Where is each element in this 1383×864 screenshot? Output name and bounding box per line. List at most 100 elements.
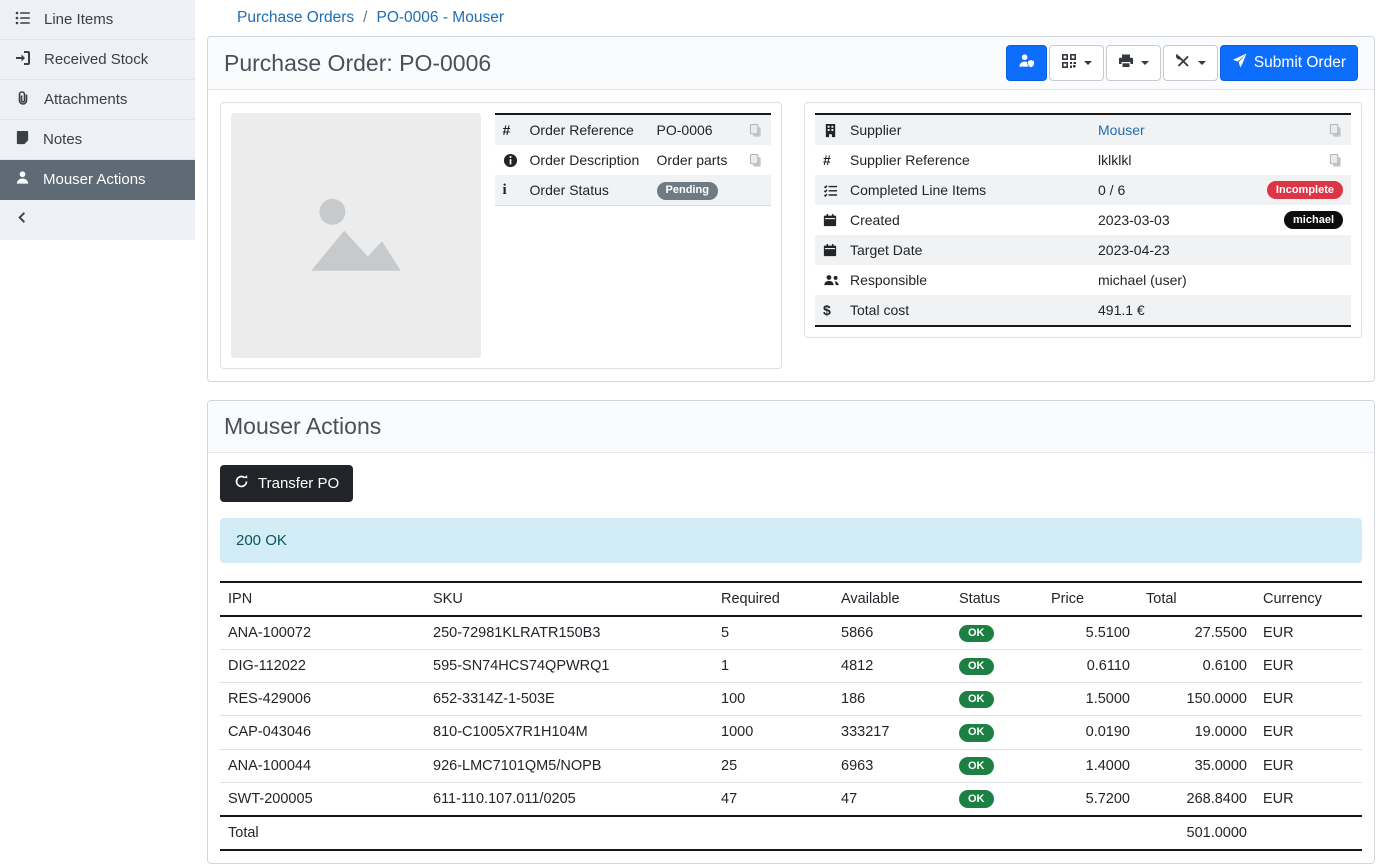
footer-label: Total xyxy=(220,816,425,850)
breadcrumb-current-order[interactable]: PO-0006 - Mouser xyxy=(376,9,504,27)
cell-available: 4812 xyxy=(833,650,951,683)
cell-currency: EUR xyxy=(1255,782,1362,816)
detail-value: Order parts xyxy=(657,152,748,168)
panel-title: Mouser Actions xyxy=(224,413,381,440)
col-ipn: IPN xyxy=(220,582,425,616)
detail-label: Order Description xyxy=(530,152,657,168)
detail-label: Order Reference xyxy=(530,122,657,138)
cell-required: 100 xyxy=(713,683,833,716)
sidebar-item-line-items[interactable]: Line Items xyxy=(0,0,195,40)
cell-ipn: ANA-100072 xyxy=(220,616,425,650)
order-meta-table: Supplier Mouser # Supplier Reference lkl… xyxy=(815,113,1351,327)
footer-total: 501.0000 xyxy=(1138,816,1255,850)
detail-label: Supplier xyxy=(850,122,1098,138)
detail-row-completed-line-items: Completed Line Items 0 / 6 Incomplete xyxy=(815,175,1351,205)
paperclip-icon xyxy=(15,90,31,110)
sidebar-item-received-stock[interactable]: Received Stock xyxy=(0,40,195,80)
copy-icon[interactable] xyxy=(748,123,763,138)
page-title: Purchase Order: PO-0006 xyxy=(224,50,491,77)
detail-row-order-description: Order Description Order parts xyxy=(495,145,771,175)
purchase-order-panel-body: # Order Reference PO-0006 Order Descript… xyxy=(208,90,1374,381)
sidebar-item-label: Notes xyxy=(43,131,82,148)
cell-total: 19.0000 xyxy=(1138,716,1255,749)
order-actions-button[interactable] xyxy=(1163,45,1218,81)
footer-spacer xyxy=(425,816,1138,850)
cell-status: OK xyxy=(951,716,1043,749)
detail-row-supplier-reference: # Supplier Reference lklklkl xyxy=(815,145,1351,175)
cell-status: OK xyxy=(951,650,1043,683)
cell-price: 1.4000 xyxy=(1043,749,1138,782)
user-badge: michael xyxy=(1284,211,1343,229)
detail-badge-slot: michael xyxy=(1284,211,1343,229)
order-meta-box: Supplier Mouser # Supplier Reference lkl… xyxy=(804,102,1362,338)
building-icon xyxy=(823,123,850,138)
order-summary-box: # Order Reference PO-0006 Order Descript… xyxy=(220,102,782,369)
sidebar-item-mouser-actions[interactable]: Mouser Actions xyxy=(0,160,195,200)
cell-price: 5.5100 xyxy=(1043,616,1138,650)
hash-icon: # xyxy=(503,122,530,138)
detail-value: 2023-03-03 xyxy=(1098,212,1284,228)
info-icon: i xyxy=(503,182,530,199)
detail-row-created: Created 2023-03-03 michael xyxy=(815,205,1351,235)
submit-order-button[interactable]: Submit Order xyxy=(1220,45,1358,81)
status-badge: Pending xyxy=(657,182,718,200)
cell-total: 27.5500 xyxy=(1138,616,1255,650)
purchase-order-panel: Purchase Order: PO-0006 xyxy=(207,36,1375,382)
detail-value: 491.1 € xyxy=(1098,302,1343,318)
cell-total: 35.0000 xyxy=(1138,749,1255,782)
table-row: ANA-100044 926-LMC7101QM5/NOPB 25 6963 O… xyxy=(220,749,1362,782)
cell-currency: EUR xyxy=(1255,749,1362,782)
detail-label: Total cost xyxy=(850,302,1098,318)
sidebar-item-attachments[interactable]: Attachments xyxy=(0,80,195,120)
footer-currency-spacer xyxy=(1255,816,1362,850)
detail-row-order-reference: # Order Reference PO-0006 xyxy=(495,115,771,145)
cell-total: 268.8400 xyxy=(1138,782,1255,816)
sidebar-item-notes[interactable]: Notes xyxy=(0,120,195,160)
admin-button[interactable] xyxy=(1006,45,1047,81)
ok-badge: OK xyxy=(959,625,994,643)
cell-total: 0.6100 xyxy=(1138,650,1255,683)
breadcrumb-purchase-orders[interactable]: Purchase Orders xyxy=(237,9,354,27)
detail-value: 0 / 6 xyxy=(1098,182,1267,198)
transfer-po-button[interactable]: Transfer PO xyxy=(220,465,353,502)
cell-status: OK xyxy=(951,683,1043,716)
supplier-link[interactable]: Mouser xyxy=(1098,122,1145,138)
list-check-icon xyxy=(823,183,850,198)
copy-icon[interactable] xyxy=(1328,123,1343,138)
table-row: SWT-200005 611-110.107.011/0205 47 47 OK… xyxy=(220,782,1362,816)
refresh-icon xyxy=(234,474,249,493)
cell-sku: 250-72981KLRATR150B3 xyxy=(425,616,713,650)
cell-currency: EUR xyxy=(1255,716,1362,749)
barcode-actions-button[interactable] xyxy=(1049,45,1104,81)
cell-ipn: SWT-200005 xyxy=(220,782,425,816)
detail-value: lklklkl xyxy=(1098,152,1328,168)
sidebar-item-label: Received Stock xyxy=(44,51,148,68)
calendar-icon xyxy=(823,243,850,257)
detail-value: Pending xyxy=(657,180,763,199)
users-icon xyxy=(823,273,850,287)
detail-row-responsible: Responsible michael (user) xyxy=(815,265,1351,295)
purchase-order-panel-header: Purchase Order: PO-0006 xyxy=(208,37,1374,90)
cell-total: 150.0000 xyxy=(1138,683,1255,716)
cell-available: 333217 xyxy=(833,716,951,749)
line-items-table: IPN SKU Required Available Status Price … xyxy=(220,581,1362,851)
hash-icon: # xyxy=(823,152,850,168)
chevron-left-icon xyxy=(15,210,30,230)
detail-badge-slot: Incomplete xyxy=(1267,181,1343,199)
copy-icon[interactable] xyxy=(748,153,763,168)
order-image-placeholder[interactable] xyxy=(231,113,481,358)
copy-icon[interactable] xyxy=(1328,153,1343,168)
table-row: ANA-100072 250-72981KLRATR150B3 5 5866 O… xyxy=(220,616,1362,650)
paper-plane-icon xyxy=(1232,53,1247,73)
image-placeholder-icon xyxy=(297,181,415,290)
sidebar-item-label: Line Items xyxy=(44,11,113,28)
print-actions-button[interactable] xyxy=(1106,45,1161,81)
col-available: Available xyxy=(833,582,951,616)
calendar-icon xyxy=(823,213,850,227)
note-icon xyxy=(15,130,30,149)
ok-badge: OK xyxy=(959,757,994,775)
sidebar-collapse-button[interactable] xyxy=(0,200,195,240)
col-sku: SKU xyxy=(425,582,713,616)
cell-status: OK xyxy=(951,782,1043,816)
sign-in-icon xyxy=(15,50,31,70)
